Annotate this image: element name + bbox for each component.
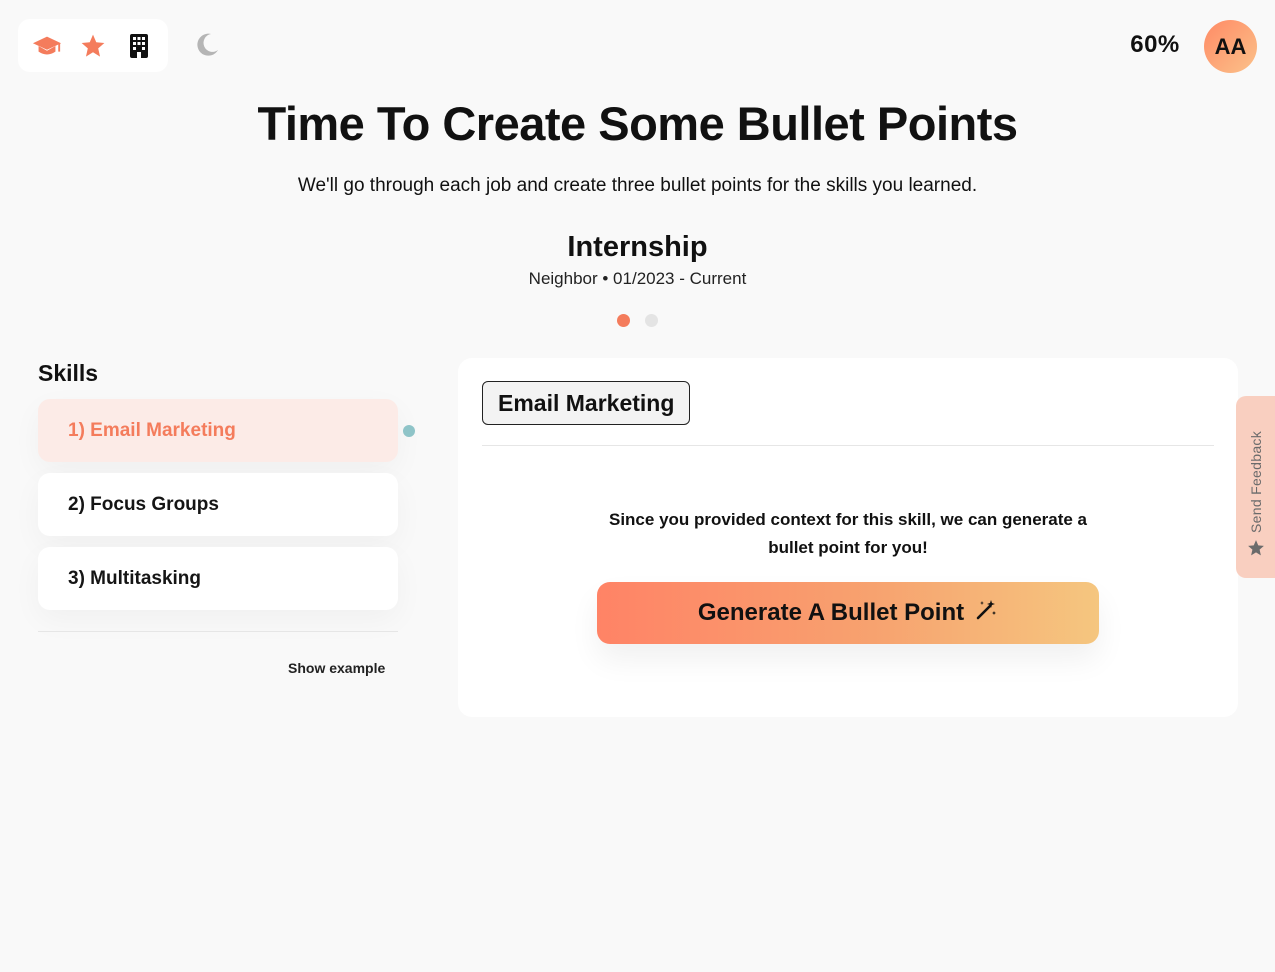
- show-example-link[interactable]: Show example: [288, 660, 385, 676]
- bullet-point-card: Email Marketing Since you provided conte…: [458, 358, 1238, 717]
- skill-item-email-marketing[interactable]: 1) Email Marketing: [38, 399, 398, 462]
- current-skill-tag: Email Marketing: [482, 381, 691, 425]
- star-icon[interactable]: [78, 31, 108, 61]
- pagination-dot-2[interactable]: [645, 314, 658, 327]
- active-skill-indicator: [403, 425, 415, 437]
- avatar[interactable]: AA: [1204, 20, 1257, 73]
- pagination-dot-1[interactable]: [617, 314, 630, 327]
- job-pagination: [617, 314, 658, 327]
- skills-list: 1) Email Marketing 2) Focus Groups 3) Mu…: [38, 399, 398, 621]
- card-divider: [482, 445, 1214, 446]
- page-subtitle: We'll go through each job and create thr…: [297, 175, 978, 196]
- moon-icon[interactable]: [194, 32, 220, 58]
- skill-item-label: 2) Focus Groups: [68, 493, 219, 515]
- job-title: Internship: [567, 231, 708, 263]
- skill-item-multitasking[interactable]: 3) Multitasking: [38, 547, 398, 610]
- generate-button-label: Generate A Bullet Point: [697, 599, 965, 626]
- generate-bullet-point-button[interactable]: Generate A Bullet Point: [597, 582, 1099, 644]
- send-feedback-label: Send Feedback: [1247, 431, 1264, 533]
- card-message: Since you provided context for this skil…: [608, 510, 1088, 557]
- skills-divider: [38, 631, 398, 632]
- star-icon: [1247, 539, 1265, 562]
- skills-heading: Skills: [38, 360, 99, 386]
- page: 60% AA Time To Create Some Bullet Points…: [0, 0, 1275, 972]
- nav-icon-bar: [18, 19, 168, 72]
- send-feedback-tab[interactable]: Send Feedback: [1236, 396, 1275, 578]
- job-meta: Neighbor • 01/2023 - Current: [528, 269, 747, 288]
- skill-item-label: 3) Multitasking: [68, 567, 202, 589]
- magic-wand-icon: [974, 598, 998, 629]
- skill-item-label: 1) Email Marketing: [68, 419, 236, 441]
- progress-percentage: 60%: [1130, 31, 1180, 58]
- building-icon[interactable]: [124, 31, 154, 61]
- page-title: Time To Create Some Bullet Points: [257, 97, 1018, 150]
- graduation-cap-icon[interactable]: [32, 31, 62, 61]
- skill-item-focus-groups[interactable]: 2) Focus Groups: [38, 473, 398, 536]
